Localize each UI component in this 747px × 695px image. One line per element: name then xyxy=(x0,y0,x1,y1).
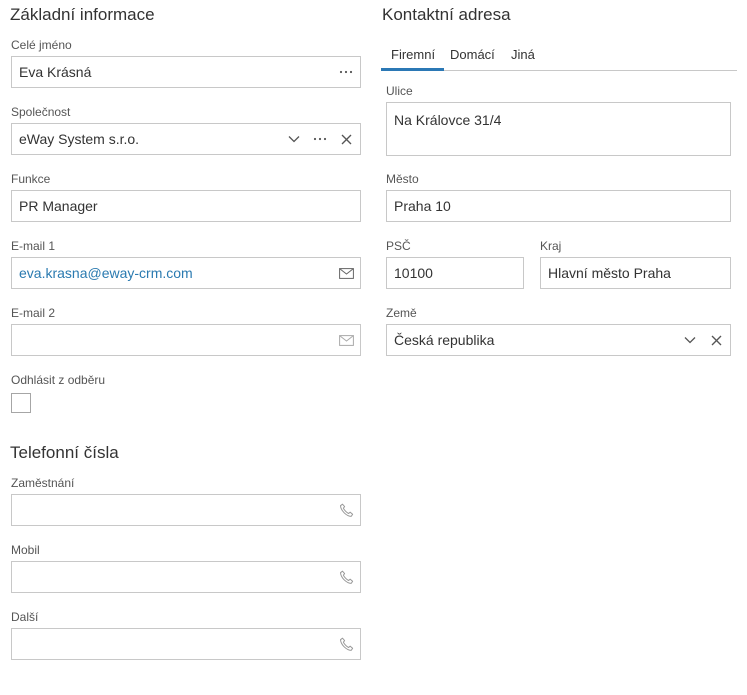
company-field[interactable]: eWay System s.r.o. xyxy=(11,123,361,155)
zip-label: PSČ xyxy=(386,239,411,253)
street-label: Ulice xyxy=(386,84,413,98)
email1-label: E-mail 1 xyxy=(11,239,56,253)
basic-info-title: Základní informace xyxy=(10,5,155,24)
country-label: Země xyxy=(386,306,417,320)
phone-icon[interactable] xyxy=(338,569,354,585)
zip-field[interactable]: 10100 xyxy=(386,257,524,289)
city-field[interactable]: Praha 10 xyxy=(386,190,731,222)
region-value: Hlavní město Praha xyxy=(548,265,671,281)
unsubscribe-checkbox[interactable] xyxy=(11,393,31,413)
tab-home-address[interactable]: Domácí xyxy=(450,47,495,62)
function-field[interactable]: PR Manager xyxy=(11,190,361,222)
close-icon[interactable] xyxy=(708,332,724,348)
phone-icon[interactable] xyxy=(338,636,354,652)
email2-field[interactable] xyxy=(11,324,361,356)
function-label: Funkce xyxy=(11,172,51,186)
email1-field[interactable]: eva.krasna@eway-crm.com xyxy=(11,257,361,289)
tab-active-indicator xyxy=(381,68,444,71)
work-phone-field[interactable] xyxy=(11,494,361,526)
full-name-label: Celé jméno xyxy=(11,38,72,52)
country-field[interactable]: Česká republika xyxy=(386,324,731,356)
email2-label: E-mail 2 xyxy=(11,306,56,320)
envelope-icon[interactable] xyxy=(338,332,354,348)
address-title: Kontaktní adresa xyxy=(382,5,511,24)
city-value: Praha 10 xyxy=(394,198,451,214)
city-label: Město xyxy=(386,172,419,186)
full-name-field[interactable]: Eva Krásná xyxy=(11,56,361,88)
country-value: Česká republika xyxy=(394,332,495,348)
function-value: PR Manager xyxy=(19,198,98,214)
street-value: Na Královce 31/4 xyxy=(394,112,502,128)
region-field[interactable]: Hlavní město Praha xyxy=(540,257,731,289)
region-label: Kraj xyxy=(540,239,562,253)
phone-icon[interactable] xyxy=(338,502,354,518)
chevron-down-icon[interactable] xyxy=(286,131,302,147)
phones-title: Telefonní čísla xyxy=(10,443,119,462)
chevron-down-icon[interactable] xyxy=(682,332,698,348)
close-icon[interactable] xyxy=(338,131,354,147)
tab-company-address[interactable]: Firemní xyxy=(391,47,435,62)
tab-other-address[interactable]: Jiná xyxy=(511,47,535,62)
envelope-icon[interactable] xyxy=(338,265,354,281)
ellipsis-icon[interactable] xyxy=(312,131,328,147)
company-value: eWay System s.r.o. xyxy=(19,131,140,147)
street-field[interactable]: Na Královce 31/4 xyxy=(386,102,731,156)
mobile-phone-field[interactable] xyxy=(11,561,361,593)
ellipsis-icon[interactable] xyxy=(338,64,354,80)
email1-value[interactable]: eva.krasna@eway-crm.com xyxy=(19,265,193,281)
other-phone-label: Další xyxy=(11,610,39,624)
other-phone-field[interactable] xyxy=(11,628,361,660)
zip-value: 10100 xyxy=(394,265,433,281)
work-phone-label: Zaměstnání xyxy=(11,476,75,490)
company-label: Společnost xyxy=(11,105,71,119)
mobile-phone-label: Mobil xyxy=(11,543,40,557)
unsubscribe-label: Odhlásit z odběru xyxy=(11,373,106,387)
full-name-value: Eva Krásná xyxy=(19,64,92,80)
